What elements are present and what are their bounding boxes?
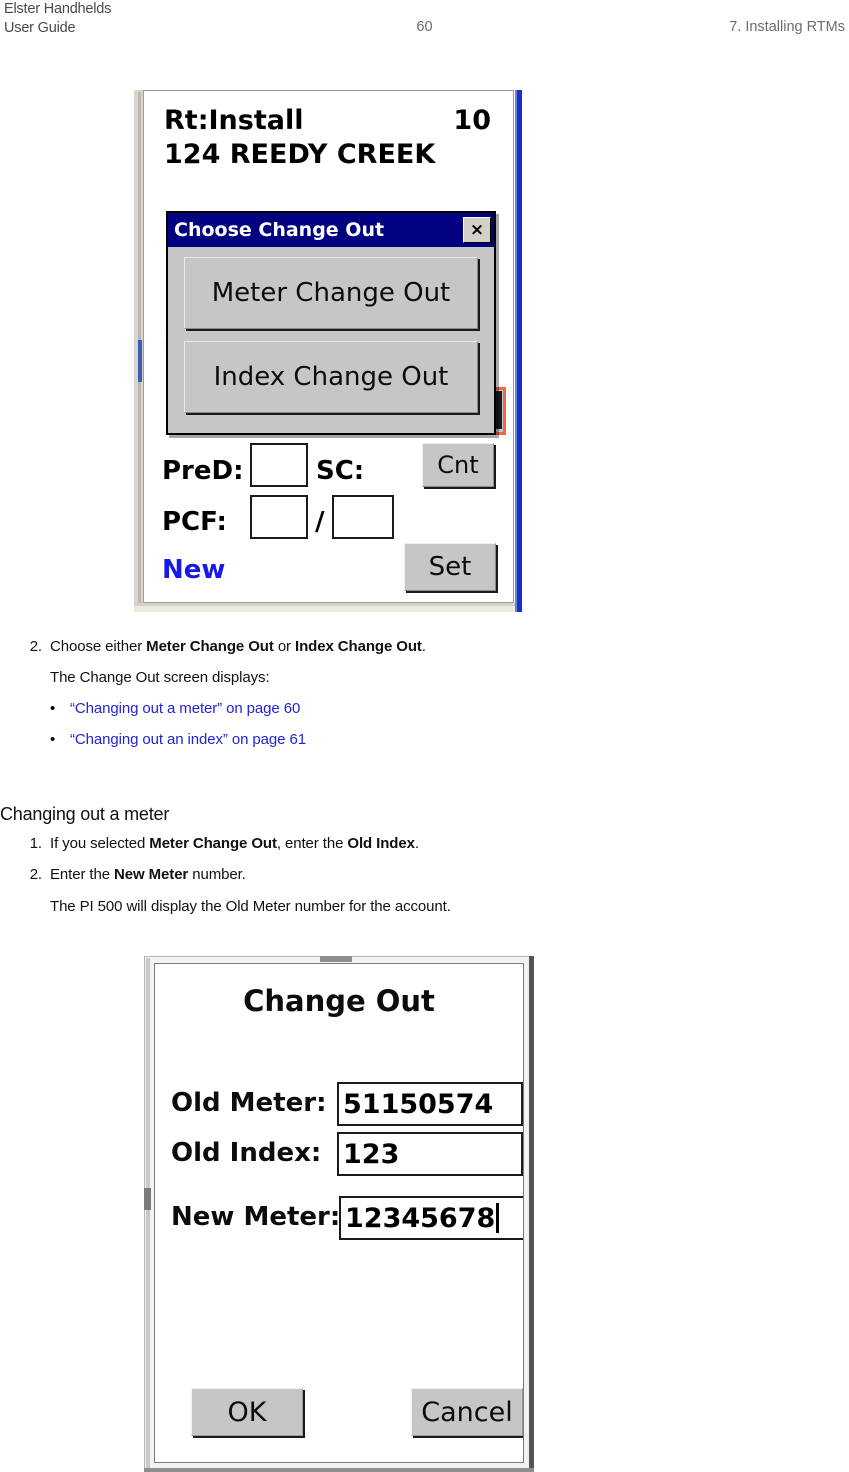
step-text: Choose either Meter Change Out or Index … [50,638,426,655]
bullet-icon: • [50,731,56,748]
new-meter-value: 12345678 [345,1202,496,1234]
step-text: Enter the New Meter number. [50,866,246,883]
section-step-item-2: 2. Enter the New Meter number. [24,864,724,885]
sc-label: SC: [316,456,365,486]
link-changing-out-a-meter[interactable]: “Changing out a meter” on page 60 [70,698,300,719]
step-item-2: 2. Choose either Meter Change Out or Ind… [24,636,724,657]
step-continuation-text: The Change Out screen displays: [50,669,270,686]
new-meter-label: New Meter: [171,1202,341,1232]
step-bold-index-change-out: Index Change Out [295,638,422,655]
text-caret [496,1203,500,1233]
handheld-screen: Rt:Install 10 124 REEDY CREEK I I S I Ch… [143,90,514,603]
section-step-item-1: 1. If you selected Meter Change Out, ent… [24,833,724,854]
device-bottom-bezel [144,1468,534,1472]
pcf-input-2[interactable] [332,495,394,539]
step-bold-new-meter: New Meter [114,866,189,883]
pred-label: PreD: [162,456,244,486]
pred-input[interactable] [250,443,308,487]
link-changing-out-an-index[interactable]: “Changing out an index” on page 61 [70,729,306,750]
change-out-screen: Change Out Old Meter: 51150574 Old Index… [154,963,524,1463]
cancel-button[interactable]: Cancel [411,1388,523,1436]
device-right-bezel [529,956,534,1472]
meter-change-out-button[interactable]: Meter Change Out [184,257,478,329]
change-out-title: Change Out [243,984,435,1018]
index-change-out-button[interactable]: Index Change Out [184,341,478,413]
device-left-tab[interactable] [144,1188,151,1210]
old-index-input[interactable]: 123 [337,1132,523,1176]
choose-change-out-dialog: Choose Change Out × Meter Change Out Ind… [166,211,496,435]
header-product-name: Elster Handhelds [4,1,112,17]
old-meter-input[interactable]: 51150574 [337,1082,523,1126]
service-address: 124 REEDY CREEK [164,139,436,170]
step-bold-old-index: Old Index [347,835,415,852]
page-header: Elster Handhelds User Guide 60 7. Instal… [0,0,849,44]
route-label: Rt:Install [164,105,304,136]
device-right-accent-bar-light [515,90,517,612]
figure-change-out-screen: Change Out Old Meter: 51150574 Old Index… [144,956,534,1472]
device-top-tab [320,956,352,962]
section-continuation-text: The PI 500 will display the Old Meter nu… [50,898,451,915]
dialog-titlebar: Choose Change Out × [168,213,494,247]
step-bold-meter-change-out: Meter Change Out [146,638,274,655]
bullet-icon: • [50,700,56,717]
pcf-separator: / [315,507,325,537]
figure-choose-change-out: Rt:Install 10 124 REEDY CREEK I I S I Ch… [134,90,522,612]
section-heading-changing-out-a-meter: Changing out a meter [0,804,170,824]
old-meter-label: Old Meter: [171,1088,327,1118]
step-number: 2. [29,866,42,883]
pcf-label: PCF: [162,507,227,537]
close-icon[interactable]: × [463,217,491,243]
set-button[interactable]: Set [404,543,496,591]
device-scroll-tab[interactable] [138,340,142,382]
step-number: 2. [29,638,42,655]
ok-button[interactable]: OK [191,1388,303,1436]
header-page-number: 60 [416,19,433,35]
old-index-label: Old Index: [171,1138,322,1168]
cross-reference-link-1[interactable]: • “Changing out a meter” on page 60 [50,698,300,719]
cross-reference-link-2[interactable]: • “Changing out an index” on page 61 [50,729,306,750]
cnt-button[interactable]: Cnt [422,443,494,487]
device-left-bezel [146,958,150,1470]
device-bottom-bezel-shadow [134,603,522,606]
step-number: 1. [29,835,42,852]
step-bold-meter-change-out: Meter Change Out [149,835,277,852]
step-text: If you selected Meter Change Out, enter … [50,835,419,852]
header-chapter-title: 7. Installing RTMs [729,19,845,35]
new-status-label: New [162,555,226,585]
new-meter-input[interactable]: 12345678 [339,1196,523,1240]
dialog-title: Choose Change Out [174,219,385,241]
route-number: 10 [453,105,491,136]
pcf-input-1[interactable] [250,495,308,539]
